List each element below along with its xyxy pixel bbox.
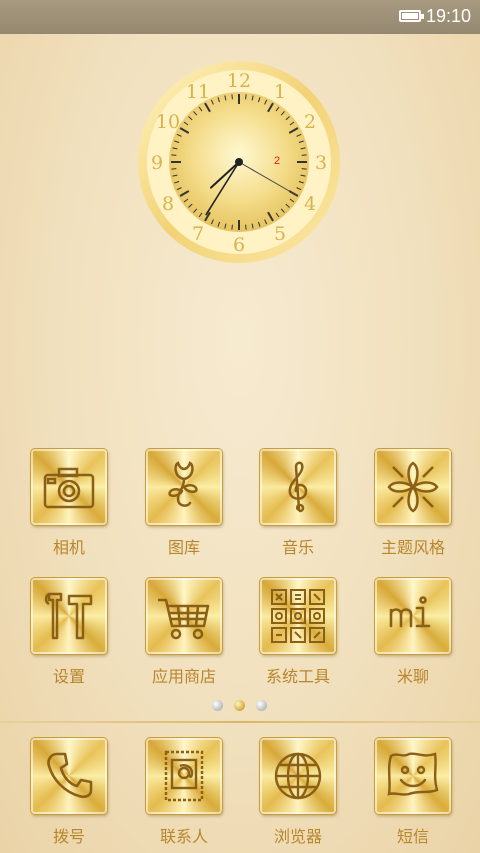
app-label: 应用商店 <box>151 667 216 686</box>
shopping-cart-icon <box>146 578 222 654</box>
page-dot[interactable] <box>256 700 267 711</box>
app-label: 系统工具 <box>265 667 330 686</box>
dock-divider <box>0 721 480 723</box>
app-gallery[interactable]: 图库 <box>135 449 235 559</box>
tools-icon <box>31 578 107 654</box>
app-theme[interactable]: 主题风格 <box>364 449 464 559</box>
dock-messages[interactable]: 短信 <box>364 738 464 848</box>
smiley-message-icon <box>375 738 451 814</box>
clock-minor-tick <box>245 94 247 100</box>
clock-numeral: 10 <box>156 111 180 133</box>
camera-icon <box>31 449 107 525</box>
analog-clock-widget[interactable]: 12 1234567891011 2 <box>136 60 342 264</box>
dock-contacts[interactable]: 联系人 <box>135 738 235 848</box>
clock-minor-tick <box>231 94 233 100</box>
clock-minor-tick <box>231 224 233 230</box>
page-dot[interactable] <box>212 700 223 711</box>
clock-numeral: 7 <box>192 223 204 245</box>
battery-icon <box>399 10 424 22</box>
clock-numeral: 8 <box>162 193 174 215</box>
app-label: 主题风格 <box>380 538 445 557</box>
clock-minor-tick <box>171 154 177 156</box>
app-store[interactable]: 应用商店 <box>135 578 235 688</box>
app-label: 图库 <box>167 538 200 557</box>
globe-icon <box>260 738 336 814</box>
status-bar: 19:10 <box>0 0 480 34</box>
dock-label: 浏览器 <box>273 827 322 846</box>
theme-pattern-icon <box>375 449 451 525</box>
page-dot-active[interactable] <box>234 700 245 711</box>
contacts-stamp-icon <box>146 738 222 814</box>
app-system-tools[interactable]: 系统工具 <box>249 578 349 688</box>
clock-center-pin <box>235 158 243 166</box>
app-label: 设置 <box>52 667 85 686</box>
clock-numeral: 3 <box>315 152 327 174</box>
clock-numeral: 11 <box>186 81 210 103</box>
clock-numeral: 5 <box>274 223 286 245</box>
clock-minor-tick <box>245 224 247 230</box>
clock-minor-tick <box>301 154 307 156</box>
app-label: 米聊 <box>396 667 429 686</box>
app-label: 相机 <box>52 538 85 557</box>
clock-numeral: 9 <box>151 152 163 174</box>
clock-numeral: 2 <box>304 111 316 133</box>
flower-gallery-icon <box>146 449 222 525</box>
app-label: 音乐 <box>281 538 314 557</box>
dock-label: 联系人 <box>159 827 208 846</box>
status-time: 19:10 <box>426 6 472 26</box>
dock-phone[interactable]: 拨号 <box>20 738 120 848</box>
tools-grid-icon <box>260 578 336 654</box>
app-mi-chat[interactable]: 米聊 <box>364 578 464 688</box>
clock-minor-tick <box>301 168 307 170</box>
page-indicator[interactable] <box>212 700 272 712</box>
dock-browser[interactable]: 浏览器 <box>249 738 349 848</box>
mi-chat-icon <box>375 578 451 654</box>
treble-clef-icon <box>260 449 336 525</box>
app-settings[interactable]: 设置 <box>20 578 120 688</box>
clock-numeral: 4 <box>304 193 316 215</box>
clock-numeral: 12 <box>227 70 251 92</box>
dock-label: 拨号 <box>52 827 85 846</box>
app-camera[interactable]: 相机 <box>20 449 120 559</box>
dock-label: 短信 <box>396 827 429 846</box>
clock-date: 2 <box>274 155 280 167</box>
phone-icon <box>31 738 107 814</box>
clock-minor-tick <box>171 168 177 170</box>
clock-numeral: 6 <box>233 234 245 256</box>
clock-numeral: 1 <box>274 81 286 103</box>
app-music[interactable]: 音乐 <box>249 449 349 559</box>
